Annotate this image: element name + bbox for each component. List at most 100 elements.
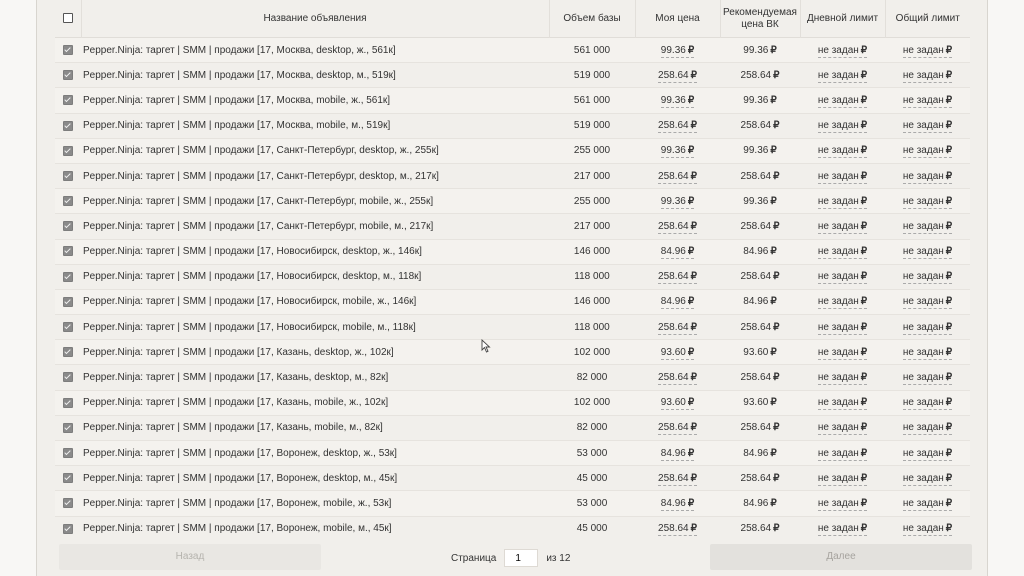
row-checkbox[interactable]: [63, 221, 73, 232]
header-recommended-price[interactable]: Рекомендуемая цена ВК: [720, 0, 801, 38]
ad-name[interactable]: Pepper.Ninja: таргет | SMM | продажи [17…: [83, 422, 383, 433]
ad-name[interactable]: Pepper.Ninja: таргет | SMM | продажи [17…: [83, 70, 396, 81]
total-limit-value[interactable]: не задан ₽: [902, 346, 953, 360]
header-volume[interactable]: Объем базы: [549, 0, 636, 38]
daily-limit-value[interactable]: не задан ₽: [817, 220, 868, 234]
row-checkbox[interactable]: [63, 95, 73, 106]
header-my-price[interactable]: Моя цена: [635, 0, 721, 38]
my-price-value[interactable]: 84.96 ₽: [660, 296, 695, 310]
my-price-value[interactable]: 258.64 ₽: [658, 321, 697, 335]
table-row[interactable]: Pepper.Ninja: таргет | SMM | продажи [17…: [55, 239, 970, 265]
table-row[interactable]: Pepper.Ninja: таргет | SMM | продажи [17…: [55, 87, 970, 114]
total-limit-value[interactable]: не задан ₽: [902, 321, 953, 335]
total-limit-value[interactable]: не задан ₽: [902, 246, 953, 260]
ad-name[interactable]: Pepper.Ninja: таргет | SMM | продажи [17…: [83, 296, 416, 307]
ad-name[interactable]: Pepper.Ninja: таргет | SMM | продажи [17…: [83, 45, 396, 56]
total-limit-value[interactable]: не задан ₽: [902, 422, 953, 436]
ad-name[interactable]: Pepper.Ninja: таргет | SMM | продажи [17…: [83, 473, 397, 484]
my-price-value[interactable]: 258.64 ₽: [658, 472, 697, 486]
table-row[interactable]: Pepper.Ninja: таргет | SMM | продажи [17…: [55, 490, 970, 517]
daily-limit-value[interactable]: не задан ₽: [817, 321, 868, 335]
next-page-button[interactable]: Далее: [710, 544, 972, 570]
ad-name[interactable]: Pepper.Ninja: таргет | SMM | продажи [17…: [83, 448, 397, 459]
daily-limit-value[interactable]: не задан ₽: [817, 145, 868, 159]
row-checkbox[interactable]: [63, 447, 73, 458]
my-price-value[interactable]: 258.64 ₽: [658, 422, 697, 436]
row-checkbox[interactable]: [63, 271, 73, 282]
ad-name[interactable]: Pepper.Ninja: таргет | SMM | продажи [17…: [83, 523, 392, 534]
row-checkbox[interactable]: [63, 523, 73, 534]
ad-name[interactable]: Pepper.Ninja: таргет | SMM | продажи [17…: [83, 498, 391, 509]
header-total-limit[interactable]: Общий лимит: [885, 0, 970, 38]
total-limit-value[interactable]: не задан ₽: [902, 170, 953, 184]
daily-limit-value[interactable]: не задан ₽: [817, 372, 868, 386]
my-price-value[interactable]: 99.36 ₽: [660, 145, 695, 159]
daily-limit-value[interactable]: не задан ₽: [817, 346, 868, 360]
total-limit-value[interactable]: не задан ₽: [902, 271, 953, 285]
table-row[interactable]: Pepper.Ninja: таргет | SMM | продажи [17…: [55, 62, 970, 88]
row-checkbox[interactable]: [63, 422, 73, 433]
total-limit-value[interactable]: не задан ₽: [902, 120, 953, 134]
daily-limit-value[interactable]: не задан ₽: [817, 497, 868, 511]
my-price-value[interactable]: 258.64 ₽: [658, 69, 697, 83]
page-number-input[interactable]: [504, 549, 539, 567]
my-price-value[interactable]: 258.64 ₽: [658, 271, 697, 285]
daily-limit-value[interactable]: не задан ₽: [817, 422, 868, 436]
table-row[interactable]: Pepper.Ninja: таргет | SMM | продажи [17…: [55, 163, 970, 189]
total-limit-value[interactable]: не задан ₽: [902, 220, 953, 234]
table-row[interactable]: Pepper.Ninja: таргет | SMM | продажи [17…: [55, 415, 970, 441]
ad-name[interactable]: Pepper.Ninja: таргет | SMM | продажи [17…: [83, 397, 388, 408]
row-checkbox[interactable]: [63, 145, 73, 156]
total-limit-value[interactable]: не задан ₽: [902, 472, 953, 486]
my-price-value[interactable]: 99.36 ₽: [660, 44, 695, 58]
total-limit-value[interactable]: не задан ₽: [902, 497, 953, 511]
total-limit-value[interactable]: не задан ₽: [902, 296, 953, 310]
my-price-value[interactable]: 258.64 ₽: [658, 170, 697, 184]
row-checkbox[interactable]: [63, 196, 73, 207]
ad-name[interactable]: Pepper.Ninja: таргет | SMM | продажи [17…: [83, 196, 433, 207]
my-price-value[interactable]: 84.96 ₽: [660, 497, 695, 511]
table-row[interactable]: Pepper.Ninja: таргет | SMM | продажи [17…: [55, 37, 970, 63]
ad-name[interactable]: Pepper.Ninja: таргет | SMM | продажи [17…: [83, 171, 439, 182]
row-checkbox[interactable]: [63, 322, 73, 333]
table-row[interactable]: Pepper.Ninja: таргет | SMM | продажи [17…: [55, 516, 970, 542]
ad-name[interactable]: Pepper.Ninja: таргет | SMM | продажи [17…: [83, 145, 439, 156]
row-checkbox[interactable]: [63, 473, 73, 484]
daily-limit-value[interactable]: не задан ₽: [817, 246, 868, 260]
table-row[interactable]: Pepper.Ninja: таргет | SMM | продажи [17…: [55, 314, 970, 340]
total-limit-value[interactable]: не задан ₽: [902, 145, 953, 159]
row-checkbox[interactable]: [63, 498, 73, 509]
table-row[interactable]: Pepper.Ninja: таргет | SMM | продажи [17…: [55, 188, 970, 214]
my-price-value[interactable]: 258.64 ₽: [658, 220, 697, 234]
daily-limit-value[interactable]: не задан ₽: [817, 170, 868, 184]
my-price-value[interactable]: 258.64 ₽: [658, 523, 697, 537]
my-price-value[interactable]: 93.60 ₽: [660, 346, 695, 360]
row-checkbox[interactable]: [63, 246, 73, 257]
table-row[interactable]: Pepper.Ninja: таргет | SMM | продажи [17…: [55, 213, 970, 239]
table-row[interactable]: Pepper.Ninja: таргет | SMM | продажи [17…: [55, 289, 970, 315]
header-name[interactable]: Название объявления: [81, 0, 550, 38]
total-limit-value[interactable]: не задан ₽: [902, 397, 953, 411]
row-checkbox[interactable]: [63, 70, 73, 81]
my-price-value[interactable]: 84.96 ₽: [660, 447, 695, 461]
table-row[interactable]: Pepper.Ninja: таргет | SMM | продажи [17…: [55, 390, 970, 416]
table-row[interactable]: Pepper.Ninja: таргет | SMM | продажи [17…: [55, 364, 970, 391]
daily-limit-value[interactable]: не задан ₽: [817, 195, 868, 209]
table-row[interactable]: Pepper.Ninja: таргет | SMM | продажи [17…: [55, 440, 970, 466]
row-checkbox[interactable]: [63, 347, 73, 358]
daily-limit-value[interactable]: не задан ₽: [817, 94, 868, 108]
ad-name[interactable]: Pepper.Ninja: таргет | SMM | продажи [17…: [83, 221, 433, 232]
select-all-checkbox[interactable]: [62, 12, 73, 23]
my-price-value[interactable]: 99.36 ₽: [660, 195, 695, 209]
total-limit-value[interactable]: не задан ₽: [902, 195, 953, 209]
daily-limit-value[interactable]: не задан ₽: [817, 296, 868, 310]
total-limit-value[interactable]: не задан ₽: [902, 523, 953, 537]
table-row[interactable]: Pepper.Ninja: таргет | SMM | продажи [17…: [55, 339, 970, 365]
row-checkbox[interactable]: [63, 397, 73, 408]
ad-name[interactable]: Pepper.Ninja: таргет | SMM | продажи [17…: [83, 347, 394, 358]
my-price-value[interactable]: 93.60 ₽: [660, 397, 695, 411]
daily-limit-value[interactable]: не задан ₽: [817, 472, 868, 486]
total-limit-value[interactable]: не задан ₽: [902, 447, 953, 461]
daily-limit-value[interactable]: не задан ₽: [817, 523, 868, 537]
ad-name[interactable]: Pepper.Ninja: таргет | SMM | продажи [17…: [83, 95, 390, 106]
